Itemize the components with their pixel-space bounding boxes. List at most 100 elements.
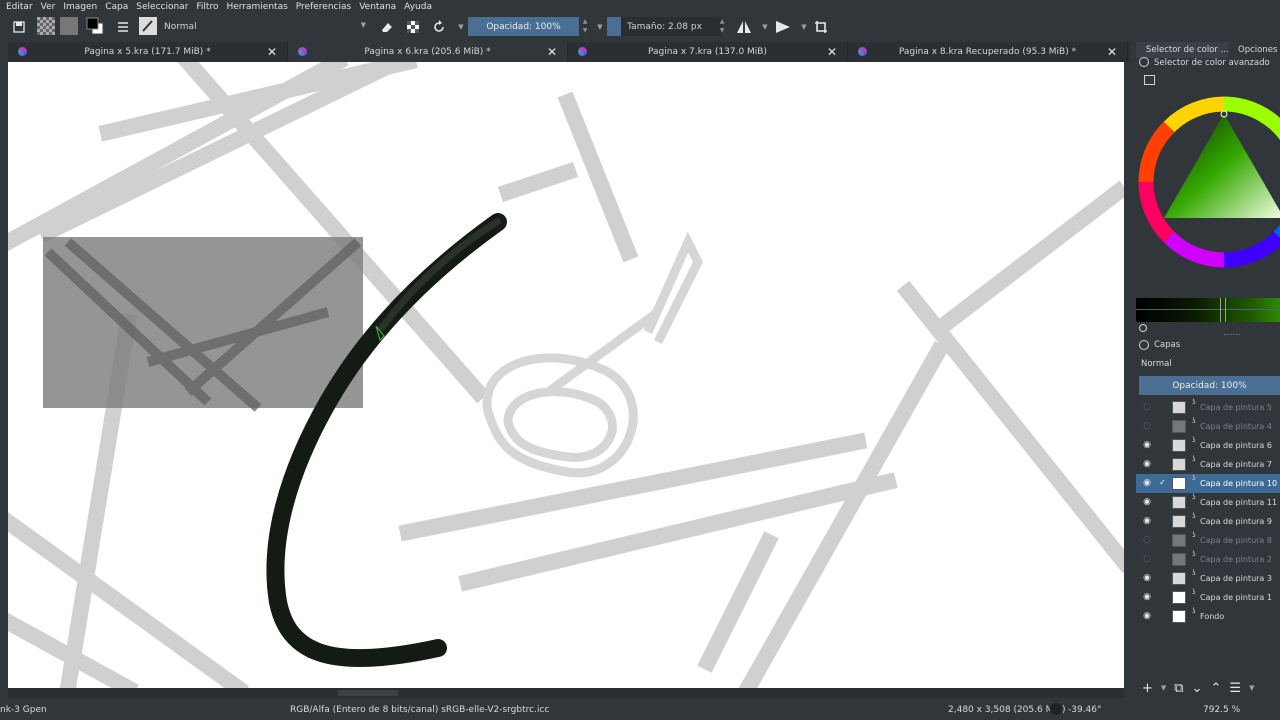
layer-properties-icon[interactable]: ☰ [1229, 681, 1241, 696]
close-icon[interactable]: ✕ [827, 45, 837, 59]
layer-row[interactable]: ◉ ʖ Capa de pintura 6 [1136, 436, 1280, 455]
pattern-swatch-icon[interactable] [37, 17, 55, 35]
eye-hidden-icon[interactable]: ○ [1142, 535, 1152, 545]
inherit-alpha-icon[interactable]: ʖ [1192, 512, 1196, 520]
menu-preferencias[interactable]: Preferencias [296, 2, 351, 12]
selector-settings-icon[interactable] [1144, 75, 1155, 85]
float-docker-icon[interactable] [1139, 324, 1147, 332]
menu-seleccionar[interactable]: Seleccionar [136, 2, 188, 12]
color-wheel[interactable] [1136, 96, 1280, 272]
layer-row[interactable]: ○ ʖ Capa de pintura 2 [1136, 550, 1280, 569]
close-icon[interactable]: ✕ [1107, 45, 1117, 59]
inherit-alpha-icon[interactable]: ʖ [1192, 569, 1196, 577]
close-icon[interactable]: ✕ [547, 45, 557, 59]
drawing-canvas[interactable] [8, 62, 1124, 688]
menu-editar[interactable]: Editar [6, 2, 33, 12]
layer-row[interactable]: ◉ ʖ Capa de pintura 7 [1136, 455, 1280, 474]
inherit-alpha-icon[interactable]: ʖ [1192, 550, 1196, 558]
add-layer-icon[interactable]: + [1142, 681, 1153, 696]
move-layer-down-icon[interactable]: ⌄ [1192, 681, 1203, 696]
eye-icon[interactable]: ◉ [1142, 478, 1152, 488]
layer-row[interactable]: ◉ ʖ Capa de pintura 3 [1136, 569, 1280, 588]
rotation-icon[interactable] [1050, 703, 1062, 715]
inherit-alpha-icon[interactable]: ʖ [1192, 607, 1196, 615]
brush-settings-icon[interactable] [114, 18, 132, 36]
menu-ventana[interactable]: Ventana [359, 2, 396, 12]
layer-row[interactable]: ○ ʖ Capa de pintura 8 [1136, 531, 1280, 550]
eye-hidden-icon[interactable]: ○ [1142, 402, 1152, 412]
tab-label: Pagina x 7.kra (137.0 MiB) [648, 47, 767, 57]
chevron-down-icon[interactable]: ▼ [1249, 684, 1254, 692]
rotation-value[interactable]: -39.46° [1068, 705, 1102, 715]
splitter-handle[interactable] [1224, 334, 1240, 336]
blend-mode-select[interactable]: Normal ▼ [160, 18, 370, 35]
menu-herramientas[interactable]: Herramientas [226, 2, 287, 12]
opacity-spinner[interactable]: ▲ ▼ [581, 17, 589, 36]
layer-row[interactable]: ○ ʖ Capa de pintura 5 [1136, 398, 1280, 417]
tab-pagina-5[interactable]: Pagina x 5.kra (171.7 MiB) * ✕ [8, 42, 288, 62]
layer-row[interactable]: ◉ ʖ Capa de pintura 11 [1136, 493, 1280, 512]
reload-preset-icon[interactable] [430, 18, 448, 36]
chevron-down-icon[interactable]: ▼ [795, 18, 813, 36]
eye-icon[interactable]: ◉ [1142, 516, 1152, 526]
tab-pagina-6[interactable]: Pagina x 6.kra (205.6 MiB) * ✕ [288, 42, 568, 62]
eye-icon[interactable]: ◉ [1142, 611, 1152, 621]
horizontal-scrollbar[interactable] [8, 688, 1124, 698]
eye-icon[interactable]: ◉ [1142, 573, 1152, 583]
layer-opacity-slider[interactable]: Opacidad: 100% [1139, 376, 1280, 395]
layer-row[interactable]: ◉ ʖ Fondo [1136, 607, 1280, 626]
scrollbar-thumb[interactable] [338, 690, 398, 696]
eye-icon[interactable]: ◉ [1142, 440, 1152, 450]
wrap-around-icon[interactable] [812, 18, 830, 36]
inherit-alpha-icon[interactable]: ʖ [1192, 493, 1196, 501]
chevron-down-icon[interactable]: ▼ [756, 18, 774, 36]
layer-row[interactable]: ◉ ✓ ʖ Capa de pintura 10 [1136, 474, 1280, 493]
fg-bg-color-icon[interactable] [86, 17, 104, 35]
menu-capa[interactable]: Capa [105, 2, 128, 12]
chevron-down-icon[interactable]: ▼ [1161, 684, 1166, 692]
eye-hidden-icon[interactable]: ○ [1142, 554, 1152, 564]
save-icon[interactable] [10, 18, 28, 36]
opacity-slider[interactable]: Opacidad: 100% [468, 17, 579, 36]
layer-blend-mode-select[interactable]: Normal [1136, 355, 1280, 372]
eraser-icon[interactable] [378, 18, 396, 36]
float-docker-icon[interactable] [1139, 57, 1149, 67]
menu-ver[interactable]: Ver [41, 2, 56, 12]
tab-pagina-7[interactable]: Pagina x 7.kra (137.0 MiB) ✕ [568, 42, 848, 62]
color-value-slider[interactable] [1136, 298, 1280, 322]
gradient-swatch-icon[interactable] [60, 17, 78, 35]
inherit-alpha-icon[interactable]: ʖ [1192, 417, 1196, 425]
layer-name: Capa de pintura 1 [1200, 593, 1272, 602]
inherit-alpha-icon[interactable]: ʖ [1192, 398, 1196, 406]
inherit-alpha-icon[interactable]: ʖ [1192, 474, 1196, 482]
menu-ayuda[interactable]: Ayuda [404, 2, 432, 12]
inherit-alpha-icon[interactable]: ʖ [1192, 455, 1196, 463]
eye-icon[interactable]: ◉ [1142, 592, 1152, 602]
slider-marker[interactable] [1220, 298, 1226, 322]
inherit-alpha-icon[interactable]: ʖ [1192, 588, 1196, 596]
mirror-vertical-icon[interactable] [774, 18, 792, 36]
brush-preset-icon[interactable] [139, 17, 157, 35]
preserve-alpha-icon[interactable] [404, 18, 422, 36]
tab-tool-options[interactable]: Opciones de [1228, 42, 1280, 58]
tab-pagina-8[interactable]: Pagina x 8.kra Recuperado (95.3 MiB) * ✕ [848, 42, 1128, 62]
layer-row[interactable]: ◉ ʖ Capa de pintura 9 [1136, 512, 1280, 531]
tab-color-selector[interactable]: Selector de color ... [1136, 42, 1229, 58]
eye-icon[interactable]: ◉ [1142, 497, 1152, 507]
duplicate-layer-icon[interactable]: ⧉ [1174, 681, 1183, 696]
float-docker-icon[interactable] [1139, 340, 1149, 350]
inherit-alpha-icon[interactable]: ʖ [1192, 436, 1196, 444]
eye-hidden-icon[interactable]: ○ [1142, 421, 1152, 431]
mirror-horizontal-icon[interactable] [735, 18, 753, 36]
zoom-level[interactable]: 792.5 % [1203, 705, 1240, 715]
move-layer-up-icon[interactable]: ⌃ [1211, 681, 1222, 696]
layer-row[interactable]: ○ ʖ Capa de pintura 4 [1136, 417, 1280, 436]
eye-icon[interactable]: ◉ [1142, 459, 1152, 469]
size-spinner[interactable]: ▲ ▼ [718, 17, 726, 36]
inherit-alpha-icon[interactable]: ʖ [1192, 531, 1196, 539]
layer-row[interactable]: ◉ ʖ Capa de pintura 1 [1136, 588, 1280, 607]
menu-imagen[interactable]: Imagen [63, 2, 97, 12]
menu-filtro[interactable]: Filtro [196, 2, 218, 12]
close-icon[interactable]: ✕ [267, 45, 277, 59]
size-slider[interactable]: Tamaño: 2.08 px [607, 17, 722, 36]
